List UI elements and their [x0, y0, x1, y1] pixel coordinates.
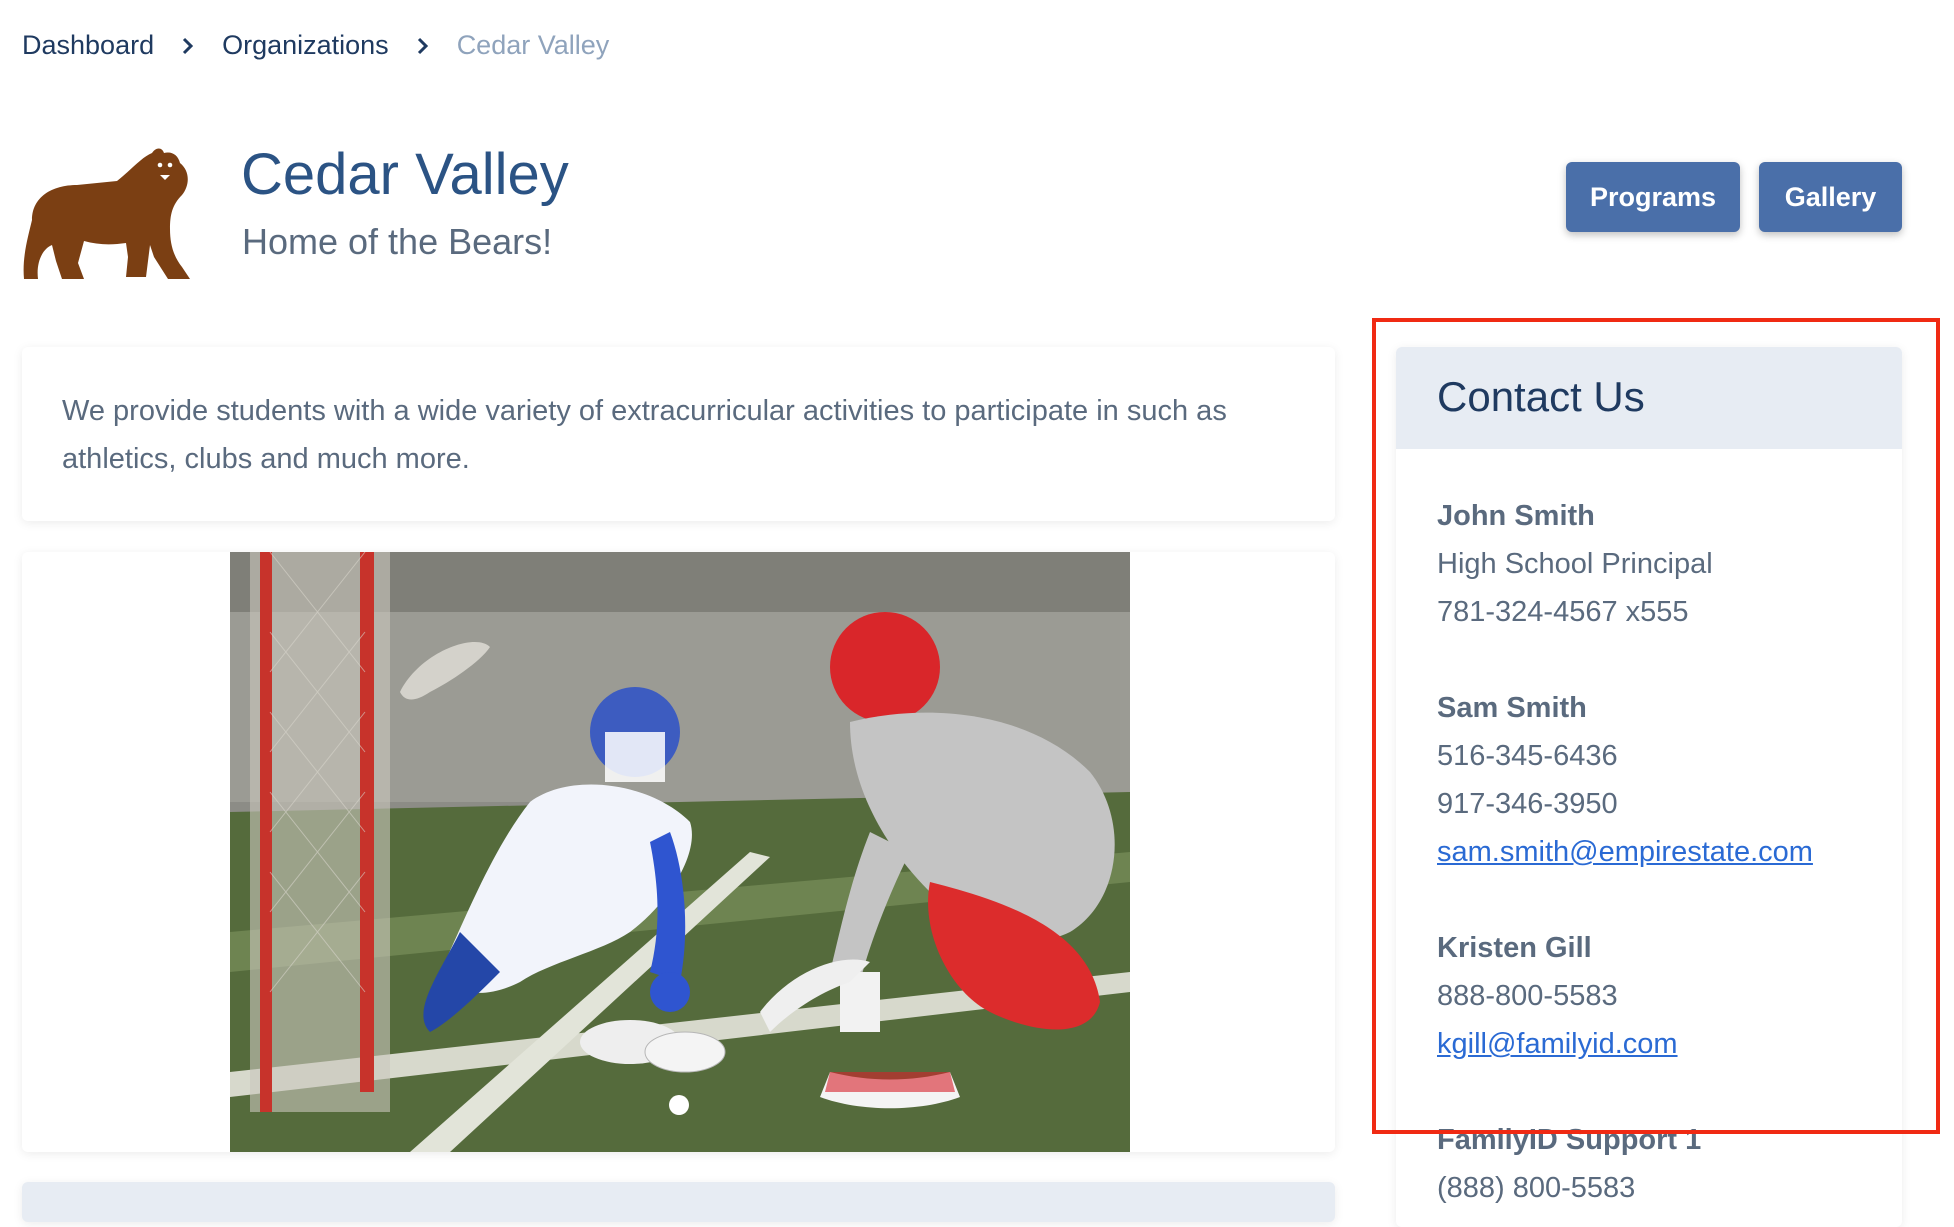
bear-icon	[22, 145, 197, 290]
page-subtitle: Home of the Bears!	[242, 221, 553, 262]
description-text: We provide students with a wide variety …	[62, 395, 1227, 475]
gallery-button[interactable]: Gallery	[1759, 162, 1902, 232]
photo-carousel[interactable]	[22, 552, 1335, 1152]
chevron-right-icon	[411, 34, 435, 58]
breadcrumb-dashboard[interactable]: Dashboard	[22, 30, 154, 61]
lacrosse-photo	[230, 552, 1130, 1152]
description-card: We provide students with a wide variety …	[22, 347, 1335, 521]
highlight-box	[1372, 318, 1940, 1134]
carousel-dot[interactable]	[669, 1095, 689, 1115]
section-card	[22, 1182, 1335, 1222]
breadcrumb: Dashboard Organizations Cedar Valley	[22, 30, 609, 61]
contact-phone: (888) 800-5583	[1437, 1172, 1636, 1204]
programs-button[interactable]: Programs	[1566, 162, 1740, 232]
breadcrumb-organizations[interactable]: Organizations	[222, 30, 389, 61]
breadcrumb-current: Cedar Valley	[456, 30, 610, 60]
page-title: Cedar Valley	[241, 142, 569, 207]
chevron-right-icon	[176, 34, 200, 58]
